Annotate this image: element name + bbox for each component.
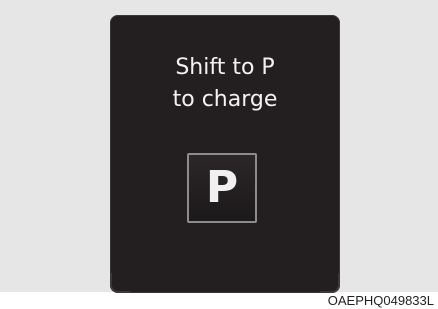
park-gear-icon: P <box>187 153 257 223</box>
panel-corner-bottom-right <box>320 273 340 293</box>
message-line-1: Shift to P <box>175 55 275 80</box>
cluster-display-panel: Shift to P to charge P <box>110 15 340 293</box>
figure-code-label: OAEPHQ049833L <box>327 293 434 308</box>
message-line-2: to charge <box>172 87 278 112</box>
panel-corner-bottom-left <box>110 273 130 293</box>
gear-indicator-letter: P <box>205 162 239 213</box>
shift-message: Shift to P to charge <box>110 52 340 116</box>
